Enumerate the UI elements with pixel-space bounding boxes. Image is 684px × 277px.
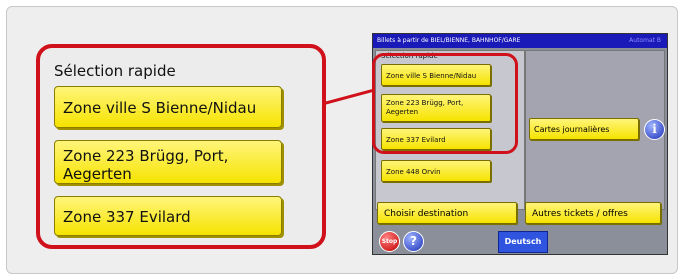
screen-header-mode: Automat B [629, 37, 661, 44]
cartes-journalieres-button[interactable]: Cartes journalières [529, 118, 639, 140]
autres-tickets-button[interactable]: Autres tickets / offres [525, 202, 661, 224]
zoomed-zone-223-label: Zone 223 Brügg, Port, Aegerten [63, 147, 229, 183]
help-icon[interactable]: ? [403, 231, 424, 252]
language-deutsch-button[interactable]: Deutsch [498, 231, 548, 253]
screen-header-bar: Billets à partir de BIEL/BIENNE, BAHNHOF… [373, 34, 667, 48]
screen-header-title: Billets à partir de BIEL/BIENNE, BAHNHOF… [377, 37, 521, 44]
zoomed-zone-ville-button[interactable]: Zone ville S Bienne/Nidau [54, 86, 282, 128]
zoomed-zone-223-button[interactable]: Zone 223 Brügg, Port, Aegerten [54, 140, 282, 184]
info-icon[interactable]: i [644, 119, 665, 140]
zone-448-button[interactable]: Zone 448 Orvin [381, 160, 491, 182]
zoomed-quick-selection-title: Sélection rapide [54, 62, 176, 80]
choisir-destination-button[interactable]: Choisir destination [377, 202, 517, 224]
zoomed-zone-337-button[interactable]: Zone 337 Evilard [54, 196, 282, 236]
stop-icon[interactable]: Stop [379, 231, 400, 252]
zoomed-quick-selection-callout: Sélection rapide Zone ville S Bienne/Nid… [36, 44, 326, 249]
screen-highlight-outline [372, 53, 518, 154]
